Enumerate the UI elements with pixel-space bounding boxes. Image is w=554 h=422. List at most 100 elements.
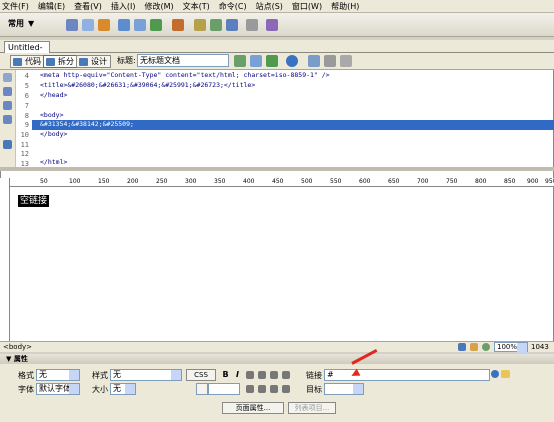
menu-modify[interactable]: 修改(M) — [144, 1, 173, 12]
image-icon[interactable] — [150, 19, 162, 31]
bold-button[interactable]: B — [221, 370, 230, 379]
ruler-mark: 700 — [417, 178, 429, 185]
menu-view[interactable]: 查看(V) — [74, 1, 102, 12]
menu-window[interactable]: 窗口(W) — [292, 1, 322, 12]
list-item-button[interactable]: 列表项目... — [288, 402, 336, 414]
style-select[interactable]: 无 — [110, 369, 182, 381]
selected-link-text[interactable]: 空链接 — [18, 195, 50, 207]
split-divider[interactable] — [0, 167, 554, 171]
flash-icon[interactable] — [266, 19, 278, 31]
menu-text[interactable]: 文本(T) — [183, 1, 210, 12]
style-label: 样式 — [92, 371, 108, 380]
expand-all-icon[interactable] — [3, 115, 12, 124]
comment-icon[interactable] — [210, 19, 222, 31]
design-view-label: 设计 — [91, 57, 107, 66]
zoom-tool-icon[interactable] — [482, 343, 490, 351]
properties-panel-header[interactable]: ▼ 属性 — [0, 354, 554, 364]
outdent-icon[interactable] — [270, 385, 278, 393]
open-documents-icon[interactable] — [3, 73, 12, 82]
document-tab-strip — [0, 40, 554, 53]
ruler-mark: 450 — [272, 178, 284, 185]
tag-selector[interactable]: <body> — [3, 342, 32, 352]
email-link-icon[interactable] — [82, 19, 94, 31]
code-view-button[interactable]: 代码 — [10, 55, 45, 68]
zoom-select[interactable]: 100% — [494, 342, 528, 353]
line-number: 11 — [20, 141, 29, 149]
code-line[interactable]: <title>&#26080;&#26631;&#39064;&#25991;&… — [40, 80, 255, 91]
line-number: 6 — [24, 92, 29, 100]
visual-aids-icon[interactable] — [340, 55, 352, 67]
split-view-button[interactable]: 拆分 — [43, 55, 78, 68]
select-parent-tag-icon[interactable] — [3, 140, 12, 149]
template-icon[interactable] — [226, 19, 238, 31]
view-options-icon[interactable] — [324, 55, 336, 67]
align-left-icon[interactable] — [246, 371, 254, 379]
refresh-icon[interactable] — [308, 55, 320, 67]
horizontal-ruler: 50 100 150 200 250 300 350 400 450 500 5… — [10, 178, 554, 187]
tag-chooser-icon[interactable] — [246, 19, 258, 31]
point-to-file-icon[interactable] — [491, 370, 499, 378]
italic-button[interactable]: I — [233, 370, 242, 379]
title-input[interactable]: 无标题文档 — [137, 54, 229, 67]
pointer-tool-icon[interactable] — [458, 343, 466, 351]
status-bar: <body> 100% 1043 x — [0, 341, 554, 361]
ruler-mark: 50 — [40, 178, 48, 185]
ruler-mark: 200 — [127, 178, 139, 185]
code-line[interactable]: </head> — [40, 90, 67, 101]
menu-help[interactable]: 帮助(H) — [331, 1, 359, 12]
ruler-mark: 150 — [98, 178, 110, 185]
format-select[interactable]: 无 — [36, 369, 80, 381]
menu-insert[interactable]: 插入(I) — [111, 1, 136, 12]
ruler-mark: 300 — [185, 178, 197, 185]
validate-icon[interactable] — [250, 55, 262, 67]
align-right-icon[interactable] — [270, 371, 278, 379]
collapse-tag-icon[interactable] — [3, 87, 12, 96]
menu-commands[interactable]: 命令(C) — [219, 1, 247, 12]
css-button[interactable]: CSS — [186, 369, 216, 381]
indent-icon[interactable] — [282, 385, 290, 393]
align-center-icon[interactable] — [258, 371, 266, 379]
line-number-gutter: 4 5 6 7 8 9 10 11 12 13 — [16, 70, 32, 168]
link-label: 链接 — [306, 371, 322, 380]
link-input[interactable]: # — [324, 369, 490, 381]
hand-tool-icon[interactable] — [470, 343, 478, 351]
color-picker[interactable] — [196, 383, 208, 395]
unordered-list-icon[interactable] — [246, 385, 254, 393]
font-select[interactable]: 默认字体 — [36, 383, 80, 395]
media-icon[interactable] — [172, 19, 184, 31]
ruler-mark: 900 — [527, 178, 539, 185]
browse-folder-icon[interactable] — [501, 370, 510, 378]
ordered-list-icon[interactable] — [258, 385, 266, 393]
title-label: 标题: — [117, 56, 136, 65]
collapse-selection-icon[interactable] — [3, 101, 12, 110]
design-view-button[interactable]: 设计 — [76, 55, 111, 68]
format-label: 格式 — [18, 371, 34, 380]
table-icon[interactable] — [118, 19, 130, 31]
file-management-icon[interactable] — [266, 55, 278, 67]
preview-icon[interactable] — [286, 55, 298, 67]
menu-edit[interactable]: 编辑(E) — [38, 1, 65, 12]
check-browser-icon[interactable] — [234, 55, 246, 67]
layer-icon[interactable] — [134, 19, 146, 31]
menu-site[interactable]: 站点(S) — [256, 1, 283, 12]
page-properties-button[interactable]: 页面属性... — [222, 402, 284, 414]
split-icon — [46, 58, 55, 66]
line-number: 9 — [24, 121, 29, 129]
ruler-mark: 950 — [545, 178, 554, 185]
tab-untitled-1[interactable]: Untitled-1* — [4, 41, 50, 63]
code-line[interactable]: </body> — [40, 129, 67, 140]
hyperlink-icon[interactable] — [66, 19, 78, 31]
ruler-mark: 750 — [446, 178, 458, 185]
justify-icon[interactable] — [282, 371, 290, 379]
ruler-mark: 350 — [214, 178, 226, 185]
menu-file[interactable]: 文件(F) — [2, 1, 29, 12]
date-icon[interactable] — [194, 19, 206, 31]
named-anchor-icon[interactable] — [98, 19, 110, 31]
insert-category-select[interactable]: 常用 ▼ — [8, 18, 34, 29]
size-select[interactable]: 无 — [110, 383, 136, 395]
insert-category-label: 常用 — [8, 19, 24, 28]
color-input[interactable] — [208, 383, 240, 395]
target-select[interactable] — [324, 383, 364, 395]
chevron-down-icon: ▼ — [28, 19, 35, 28]
design-icon — [79, 58, 88, 66]
